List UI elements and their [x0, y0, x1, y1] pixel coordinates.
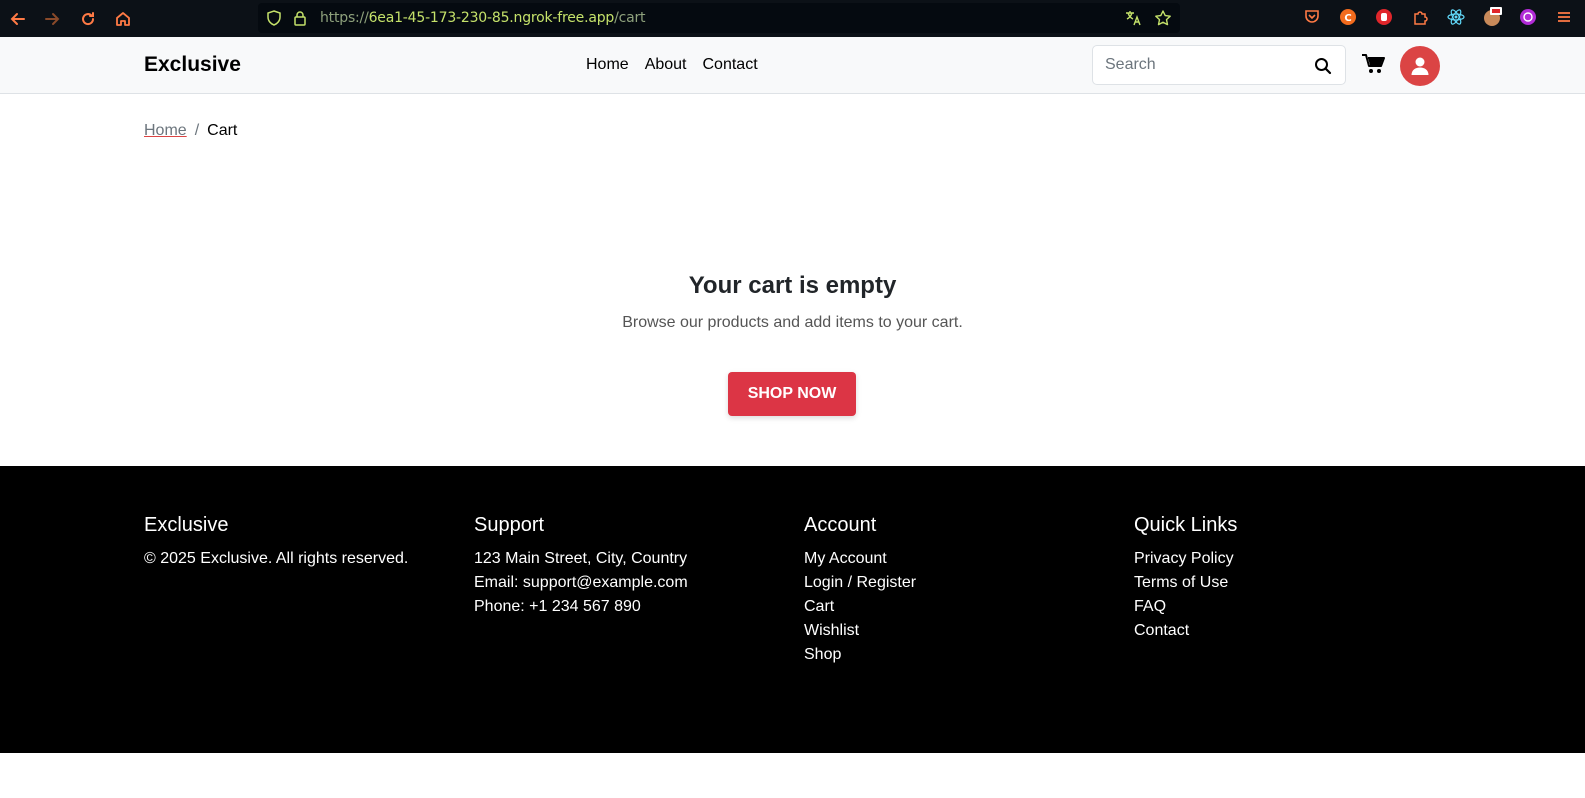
svg-text:C: C — [1344, 13, 1351, 24]
forward-button[interactable] — [34, 0, 69, 37]
empty-cart-title: Your cart is empty — [688, 272, 897, 299]
main-nav: Home About Contact — [586, 56, 758, 74]
footer-copyright: © 2025 Exclusive. All rights reserved. — [144, 550, 409, 567]
search-box — [1092, 45, 1346, 85]
footer-link-cart[interactable]: Cart — [804, 595, 916, 619]
shop-now-button[interactable]: SHOP NOW — [728, 372, 856, 416]
site-logo[interactable]: Exclusive — [144, 53, 241, 77]
footer-link-faq[interactable]: FAQ — [1134, 595, 1237, 619]
footer-link-terms[interactable]: Terms of Use — [1134, 571, 1237, 595]
url-text: https://6ea1-45-173-230-85.ngrok-free.ap… — [320, 10, 646, 26]
footer-account-column: Account My Account Login / Register Cart… — [804, 514, 916, 667]
menu-hamburger-icon[interactable] — [1553, 6, 1575, 28]
user-avatar-button[interactable] — [1400, 46, 1440, 86]
breadcrumb-current: Cart — [207, 122, 238, 139]
site-header: Exclusive Home About Contact — [0, 37, 1585, 94]
back-button[interactable] — [0, 0, 35, 37]
reload-icon — [81, 11, 94, 25]
extension-hand-icon[interactable] — [1373, 6, 1395, 28]
home-icon — [115, 11, 130, 26]
empty-cart-subtitle: Browse our products and add items to you… — [622, 314, 963, 331]
footer-brand-title: Exclusive — [144, 514, 229, 536]
footer-link-wishlist[interactable]: Wishlist — [804, 619, 916, 643]
shield-icon — [267, 10, 281, 26]
arrow-right-icon — [44, 12, 59, 25]
extension-purple-icon[interactable] — [1517, 6, 1539, 28]
browser-toolbar: https://6ea1-45-173-230-85.ngrok-free.ap… — [0, 0, 1585, 37]
footer-address: 123 Main Street, City, Country — [474, 550, 688, 567]
search-input[interactable] — [1105, 56, 1295, 74]
footer-link-login-register[interactable]: Login / Register — [804, 571, 916, 595]
footer-quick-links-title: Quick Links — [1134, 514, 1238, 536]
footer-link-contact[interactable]: Contact — [1134, 619, 1237, 643]
search-icon[interactable] — [1314, 57, 1332, 75]
breadcrumb-home-link[interactable]: Home — [144, 122, 187, 140]
footer-link-my-account[interactable]: My Account — [804, 547, 916, 571]
site-footer: Exclusive © 2025 Exclusive. All rights r… — [0, 466, 1585, 753]
nav-link-about[interactable]: About — [645, 56, 687, 74]
footer-quick-links-column: Quick Links Privacy Policy Terms of Use … — [1134, 514, 1237, 643]
footer-link-privacy[interactable]: Privacy Policy — [1134, 547, 1237, 571]
extensions-puzzle-icon[interactable] — [1409, 6, 1431, 28]
footer-support-title: Support — [474, 514, 545, 536]
breadcrumb: Home / Cart — [144, 122, 237, 140]
home-button[interactable] — [105, 0, 140, 37]
extension-c-icon[interactable]: C — [1337, 6, 1359, 28]
footer-support-column: Support 123 Main Street, City, Country E… — [474, 514, 688, 619]
pocket-icon[interactable] — [1301, 6, 1323, 28]
footer-email[interactable]: Email: support@example.com — [474, 571, 688, 595]
translate-icon[interactable] — [1124, 9, 1142, 27]
lock-icon — [294, 11, 306, 26]
arrow-left-icon — [10, 12, 25, 25]
footer-account-title: Account — [804, 514, 877, 536]
cart-icon[interactable] — [1361, 53, 1385, 75]
bookmark-star-icon[interactable] — [1154, 9, 1172, 27]
footer-link-shop[interactable]: Shop — [804, 643, 916, 667]
footer-phone[interactable]: Phone: +1 234 567 890 — [474, 595, 688, 619]
user-icon — [1411, 57, 1429, 75]
nav-link-home[interactable]: Home — [586, 56, 629, 74]
nav-link-contact[interactable]: Contact — [703, 56, 758, 74]
empty-cart-message: Your cart is empty Browse our products a… — [0, 272, 1585, 332]
extension-avatar-icon[interactable] — [1481, 6, 1503, 28]
breadcrumb-separator: / — [194, 122, 200, 139]
address-bar[interactable]: https://6ea1-45-173-230-85.ngrok-free.ap… — [258, 3, 1180, 33]
reload-button[interactable] — [70, 0, 105, 37]
react-devtools-icon[interactable] — [1445, 6, 1467, 28]
footer-brand-column: Exclusive © 2025 Exclusive. All rights r… — [144, 514, 408, 571]
